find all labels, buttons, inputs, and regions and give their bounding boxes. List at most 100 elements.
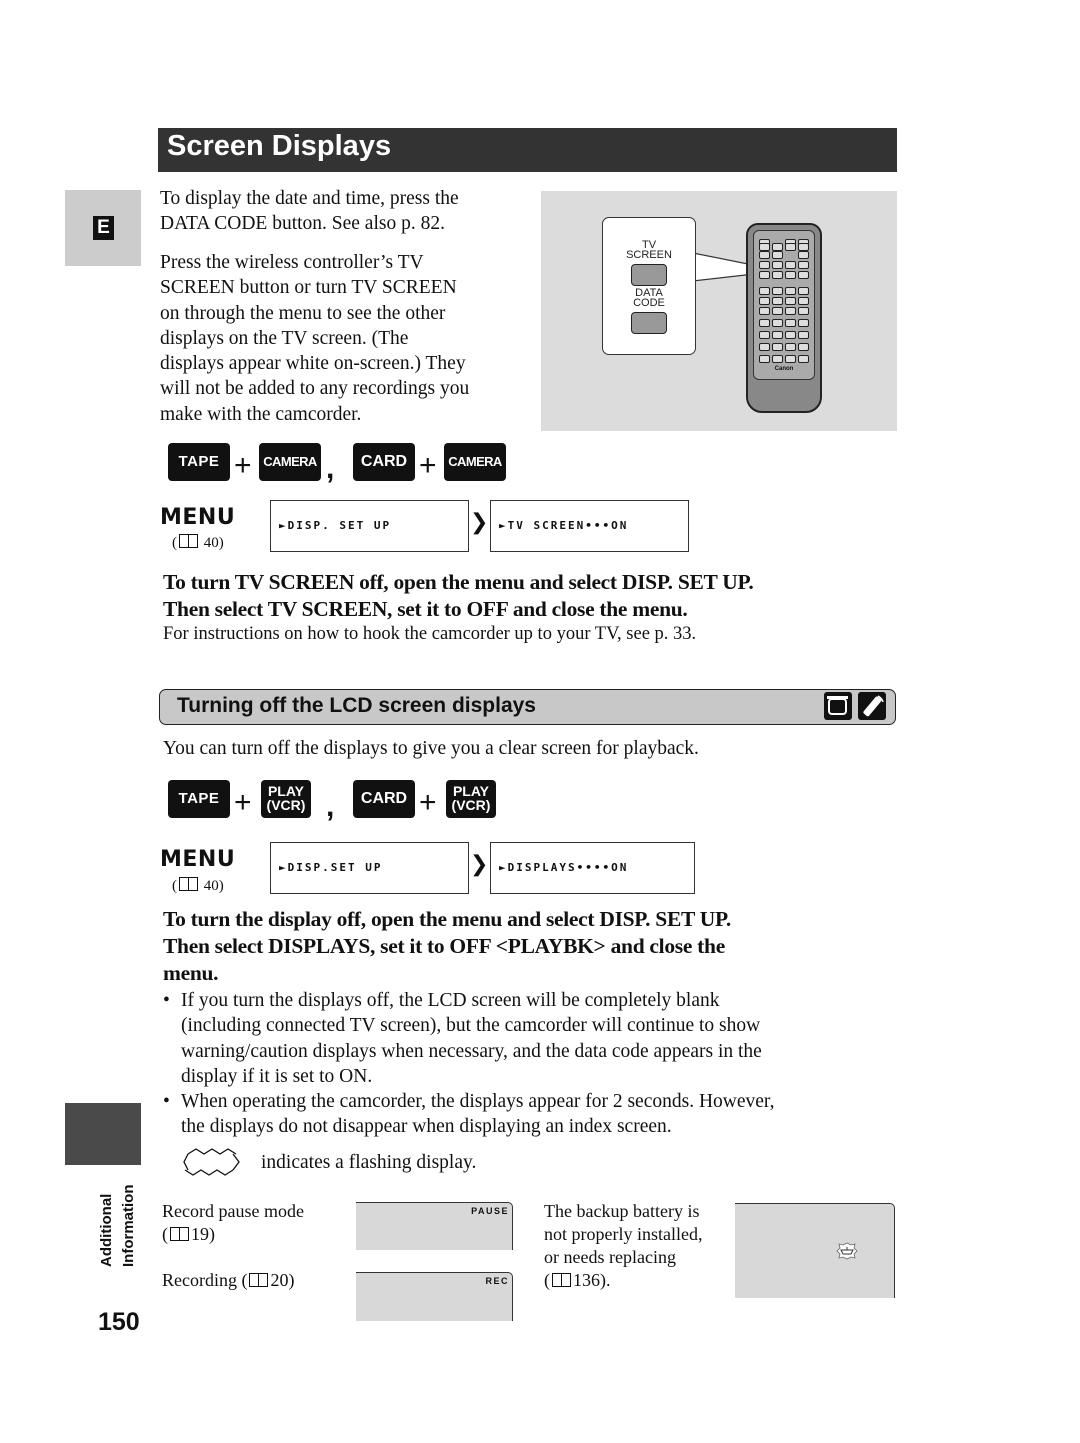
menu-step-text: ►DISP. SET UP — [279, 519, 392, 532]
tv-screen-label: TV SCREEN — [626, 239, 672, 261]
remote-button — [759, 271, 770, 279]
bullet-marker: • — [163, 1091, 170, 1112]
book-icon — [170, 1227, 189, 1241]
menu-label: MENU — [160, 847, 236, 872]
text-line: DATA CODE button. See also p. 82. — [160, 213, 445, 235]
comma-separator: , — [326, 790, 335, 823]
remote-button — [759, 287, 770, 295]
remote-button — [759, 343, 770, 351]
remote-button — [759, 243, 770, 251]
backup-battery-warning-icon — [836, 1242, 858, 1260]
remote-button — [785, 297, 796, 305]
callout-pointer — [692, 252, 764, 282]
text-line: To turn the display off, open the menu a… — [163, 907, 731, 931]
data-code-button — [631, 312, 667, 334]
section-intro: You can turn off the displays to give yo… — [163, 738, 699, 759]
remote-button — [798, 251, 809, 259]
text-line: displays on the TV screen. (The — [160, 327, 409, 349]
remote-button — [798, 297, 809, 305]
date-time-paragraph: To display the date and time, press the … — [160, 186, 459, 237]
mode-tape-chip: TAPE — [168, 443, 230, 481]
remote-button — [785, 307, 796, 315]
text-line: Press the wireless controller’s TV — [160, 252, 424, 273]
text-line: will not be added to any recordings you — [160, 378, 470, 400]
language-letter: E — [93, 216, 114, 240]
remote-brand: Canon — [774, 366, 794, 372]
plus-sign: + — [234, 786, 252, 819]
section-title: Turning off the LCD screen displays — [177, 694, 536, 717]
remote-button — [798, 261, 809, 269]
language-tab: E — [65, 190, 141, 266]
remote-button — [772, 243, 783, 251]
remote-button — [759, 297, 770, 305]
remote-illustration: TV SCREEN DATA CODE Canon — [541, 191, 897, 431]
flash-note: indicates a flashing display. — [261, 1152, 477, 1173]
section-label: Additional Information — [98, 1184, 137, 1268]
tv-screen-instruction: To turn TV SCREEN off, open the menu and… — [163, 569, 754, 623]
remote-button — [772, 297, 783, 305]
remote-button — [772, 287, 783, 295]
menu-step-text: ►DISPLAYS••••ON — [499, 861, 629, 874]
remote-button — [772, 331, 783, 339]
book-icon — [249, 1273, 269, 1287]
book-icon — [179, 877, 198, 891]
tv-hookup-note: For instructions on how to hook the camc… — [163, 624, 697, 644]
flashing-indicator-icon — [183, 1148, 240, 1176]
remote-button — [798, 355, 809, 363]
list-item: If you turn the displays off, the LCD sc… — [181, 990, 762, 1087]
remote-button — [772, 251, 783, 259]
remote-button — [785, 261, 796, 269]
remote-button — [759, 331, 770, 339]
bullet-marker: • — [163, 990, 170, 1011]
tv-screen-button — [631, 264, 667, 286]
remote-button — [785, 243, 796, 251]
example-label-pause: Record pause mode (19) — [162, 1201, 304, 1244]
remote-control-icon — [858, 692, 886, 720]
text-line: Then select TV SCREEN, set it to OFF and… — [163, 597, 688, 621]
mode-card-chip: CARD — [353, 780, 415, 818]
mode-tape-chip: TAPE — [168, 780, 230, 818]
plus-sign: + — [419, 786, 437, 819]
remote-button — [798, 319, 809, 327]
next-arrow-icon: ❯ — [470, 510, 489, 535]
text-line: To display the date and time, press the — [160, 188, 459, 209]
remote-button — [785, 287, 796, 295]
remote-button — [798, 343, 809, 351]
mode-play-vcr-chip: PLAY (VCR) — [261, 780, 311, 818]
remote-button — [772, 355, 783, 363]
menu-label: MENU — [160, 505, 236, 530]
text-line: SCREEN button or turn TV SCREEN — [160, 277, 457, 299]
remote-button — [759, 307, 770, 315]
mode-camera-chip: CAMERA — [444, 443, 506, 481]
text-line: on through the menu to see the other — [160, 302, 446, 324]
list-item: When operating the camcorder, the displa… — [181, 1091, 775, 1138]
text-line: make with the camcorder. — [160, 403, 362, 425]
page-title-bar: Screen Displays — [158, 128, 897, 172]
menu-step-box: ►DISP. SET UP — [270, 500, 469, 552]
remote-button — [785, 343, 796, 351]
remote-button — [759, 319, 770, 327]
text-line: Then select DISPLAYS, set it to OFF <PLA… — [163, 934, 725, 958]
remote-button — [785, 355, 796, 363]
data-code-label: DATA CODE — [633, 287, 665, 309]
plus-sign: + — [234, 449, 252, 482]
section-header: Turning off the LCD screen displays — [159, 689, 896, 725]
remote-button — [785, 319, 796, 327]
menu-page-reference: ( 40) — [172, 877, 224, 894]
menu-page-reference: ( 40) — [172, 534, 224, 551]
remote-button — [772, 261, 783, 269]
remote-button — [798, 287, 809, 295]
remote-button — [798, 271, 809, 279]
example-label-recording: Recording (20) — [162, 1270, 295, 1290]
section-tab — [65, 1103, 141, 1165]
plus-sign: + — [419, 449, 437, 482]
remote-button — [772, 271, 783, 279]
display-off-instruction: To turn the display off, open the menu a… — [163, 906, 731, 987]
button-callout: TV SCREEN DATA CODE — [602, 217, 696, 355]
screen-example-pause: PAUSE — [356, 1202, 513, 1250]
next-arrow-icon: ❯ — [470, 852, 489, 877]
page-title: Screen Displays — [167, 130, 392, 162]
tv-screen-paragraph: Press the wireless controller’s TV SCREE… — [160, 250, 469, 427]
remote-control-icon: Canon — [746, 223, 822, 413]
remote-button — [798, 243, 809, 251]
